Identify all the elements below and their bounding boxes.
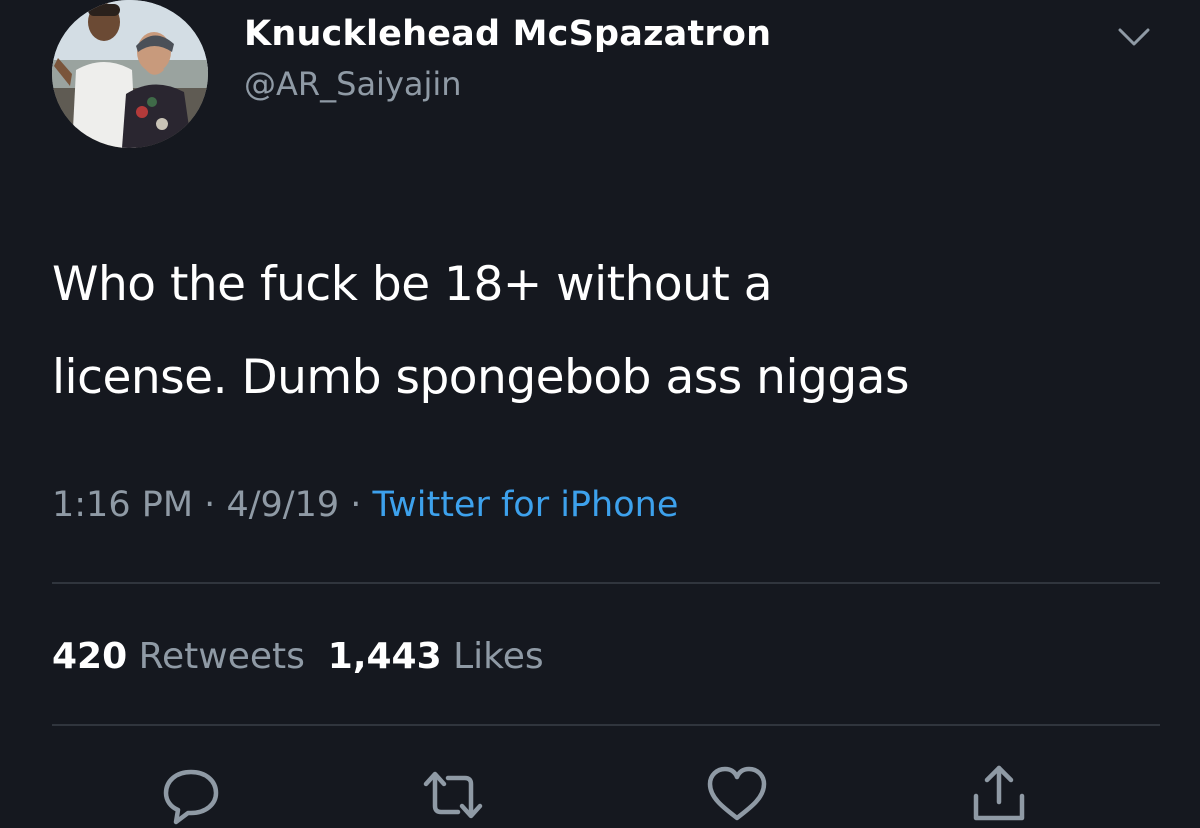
tweet-time: 1:16 PM [52,485,194,525]
meta-separator: · [204,485,216,525]
likes-stat[interactable]: 1,443 Likes [328,636,544,677]
tweet-text: Who the fuck be 18+ without a license. D… [52,238,1182,424]
share-button[interactable] [966,762,1032,828]
chevron-down-icon[interactable] [1114,24,1154,50]
tweet-card: Knucklehead McSpazatron @AR_Saiyajin Who… [0,0,1200,828]
retweets-stat[interactable]: 420 Retweets [52,636,305,677]
retweets-count: 420 [52,636,128,677]
tweet-meta: 1:16 PM · 4/9/19 · Twitter for iPhone [52,480,678,530]
display-name[interactable]: Knucklehead McSpazatron [244,14,771,54]
tweet-text-line: license. Dumb spongebob ass niggas [52,350,909,405]
tweet-source-link[interactable]: Twitter for iPhone [373,485,679,525]
speech-bubble-icon [163,769,219,825]
divider [52,724,1160,726]
tweet-date: 4/9/19 [226,485,340,525]
heart-icon [707,766,767,821]
meta-separator: · [350,485,362,525]
likes-label: Likes [453,636,544,677]
like-button[interactable] [704,762,770,828]
share-upload-icon [973,765,1025,821]
retweets-label: Retweets [138,636,305,677]
author-block: Knucklehead McSpazatron @AR_Saiyajin [244,14,771,104]
tweet-text-line: Who the fuck be 18+ without a [52,257,773,312]
likes-count: 1,443 [327,636,442,677]
avatar[interactable] [52,0,208,148]
profile-photo [52,0,208,148]
retweet-button[interactable] [420,762,486,828]
user-handle[interactable]: @AR_Saiyajin [244,64,771,104]
retweet-arrows-icon [423,771,483,819]
divider [52,582,1160,584]
tweet-stats: 420 Retweets 1,443 Likes [52,632,544,682]
reply-button[interactable] [158,762,224,828]
